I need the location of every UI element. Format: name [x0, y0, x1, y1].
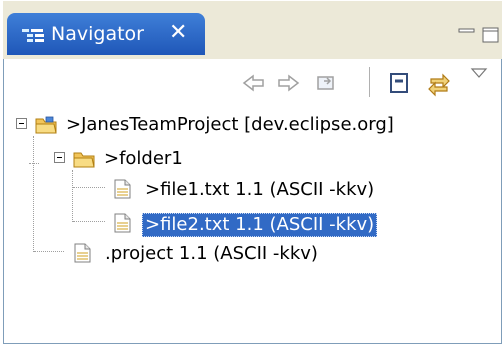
tree-connector	[33, 136, 35, 252]
navigator-tab-icon	[22, 29, 44, 42]
text-file-icon	[114, 213, 131, 233]
folder-icon	[73, 152, 95, 168]
minimize-icon[interactable]	[457, 26, 477, 44]
view-toolbar	[4, 59, 501, 107]
back-icon[interactable]	[240, 69, 268, 97]
collapse-all-icon[interactable]	[386, 69, 414, 97]
file2-label-selected: >file2.txt 1.1 (ASCII -kkv)	[142, 213, 378, 237]
tree-row-project[interactable]: >JanesTeamProject [dev.eclipse.org]	[12, 111, 472, 139]
collapse-folder-toggle[interactable]	[54, 152, 65, 163]
tree-row-file1[interactable]: >file1.txt 1.1 (ASCII -kkv)	[90, 176, 430, 204]
file1-label: >file1.txt 1.1 (ASCII -kkv)	[145, 179, 375, 200]
view-tab-strip: Navigator ✕	[3, 1, 502, 59]
go-into-icon[interactable]	[312, 69, 340, 97]
view-menu-icon[interactable]	[469, 65, 489, 81]
project-folder-icon	[35, 116, 57, 134]
tree-connector	[29, 163, 39, 165]
maximize-icon[interactable]	[481, 26, 501, 44]
navigator-tab[interactable]: Navigator ✕	[7, 13, 205, 55]
forward-icon[interactable]	[274, 69, 302, 97]
text-file-icon	[114, 179, 131, 199]
project-file-label: .project 1.1 (ASCII -kkv)	[105, 243, 318, 264]
link-with-editor-icon[interactable]	[425, 69, 453, 97]
tree-row-folder[interactable]: >folder1	[50, 145, 290, 173]
collapse-project-toggle[interactable]	[16, 118, 27, 129]
toolbar-separator	[369, 67, 370, 97]
text-file-icon	[74, 243, 91, 263]
tree-row-project-file[interactable]: .project 1.1 (ASCII -kkv)	[50, 240, 370, 268]
project-label: >JanesTeamProject [dev.eclipse.org]	[66, 114, 394, 135]
resource-tree: >JanesTeamProject [dev.eclipse.org] >fol…	[12, 110, 502, 340]
navigator-tab-label: Navigator	[51, 23, 144, 45]
tree-connector	[72, 170, 74, 222]
folder-label: >folder1	[104, 148, 183, 169]
tree-row-file2[interactable]: >file2.txt 1.1 (ASCII -kkv)	[90, 210, 430, 238]
close-icon[interactable]: ✕	[169, 21, 187, 45]
